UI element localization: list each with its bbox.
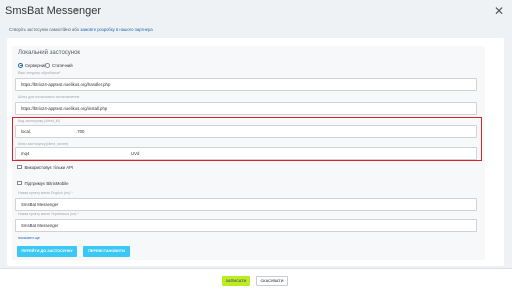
client-id-label: Код застосунку (client_id): [18, 119, 60, 123]
go-to-app-button[interactable]: ПЕРЕЙТИ ДО ЗАСТОСУНКУ: [17, 246, 77, 257]
install-label: Шлях для початкового встановлення: [18, 95, 80, 99]
secret-suffix: UVd: [131, 151, 140, 156]
radio-server[interactable]: Серверний: [18, 61, 47, 69]
handler-field[interactable]: https://btrix24-apptest.noelikos.org/han…: [15, 78, 477, 91]
radio-unchecked-icon[interactable]: [45, 62, 50, 68]
menu-en-label: Назва пункту меню English (en) *: [18, 191, 73, 195]
bitrixmobile-checkbox-row[interactable]: Підтримує BitrixMobile: [17, 180, 69, 186]
radio-static-label: Статичний: [52, 62, 73, 68]
reinstall-button[interactable]: ПЕРЕВСТАНОВИТИ: [83, 246, 130, 257]
show-more-link[interactable]: показати ще: [18, 236, 40, 240]
chevron-down-icon[interactable]: ▾: [75, 6, 79, 14]
close-icon[interactable]: ✕: [492, 4, 506, 18]
partner-link[interactable]: замовте розробку в нашого партнера: [80, 27, 152, 32]
save-button[interactable]: ЗАПИСАТИ: [222, 276, 250, 286]
radio-static[interactable]: Статичний: [45, 61, 73, 69]
radio-checked-icon[interactable]: [18, 62, 23, 68]
secret-label: Ключ застосунку(client_secret): [18, 142, 69, 146]
only-api-checkbox-row[interactable]: Використовує тільки API: [17, 164, 73, 170]
page-title: SmsBat Messenger: [5, 5, 101, 17]
client-id-prefix: local.: [21, 129, 32, 134]
menu-ua-value: SmsBat Messenger: [21, 223, 59, 228]
cancel-button[interactable]: СКАСУВАТИ: [256, 276, 288, 286]
menu-ua-field[interactable]: SmsBat Messenger: [15, 219, 477, 232]
info-prefix: Створіть застосунок самостійно або: [9, 27, 81, 32]
checkbox-icon[interactable]: [17, 180, 22, 186]
handler-value: https://btrix24-apptest.noelikos.org/han…: [21, 82, 111, 87]
radio-server-label: Серверний: [25, 62, 47, 68]
secret-field[interactable]: mq4 UVd: [15, 147, 477, 160]
install-field[interactable]: https://btrix24-apptest.noelikos.org/ins…: [15, 102, 477, 115]
handler-label: Ваш хендлер обробника*: [18, 71, 61, 75]
install-value: https://btrix24-apptest.noelikos.org/ins…: [21, 106, 108, 111]
section-title: Локальний застосунок: [18, 50, 81, 56]
info-text: Створіть застосунок самостійно або замов…: [9, 27, 153, 32]
secret-prefix: mq4: [21, 151, 30, 156]
client-id-suffix: .700: [76, 129, 85, 134]
only-api-label: Використовує тільки API: [24, 164, 74, 170]
bitrixmobile-label: Підтримує BitrixMobile: [24, 180, 69, 186]
checkbox-icon[interactable]: [17, 164, 22, 170]
menu-en-value: SmsBat Messenger: [21, 202, 59, 207]
menu-ua-label: Назва пункту меню Українська (ua) *: [18, 212, 79, 216]
menu-en-field[interactable]: SmsBat Messenger: [15, 198, 477, 211]
client-id-field[interactable]: local. .700: [15, 125, 477, 138]
